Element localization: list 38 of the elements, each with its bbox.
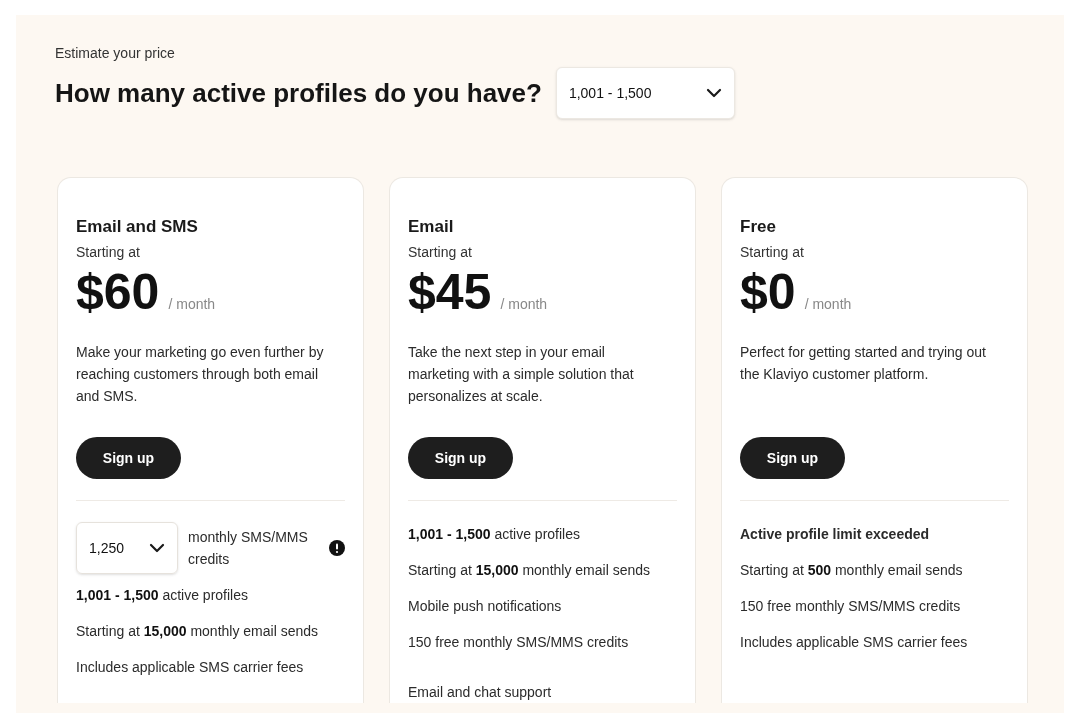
starting-label: Starting at xyxy=(76,243,141,261)
feature-text: Includes applicable SMS carrier fees xyxy=(76,658,305,677)
feature-text: Email and chat support xyxy=(408,683,553,702)
feature-text: 150 free monthly SMS/MMS credits xyxy=(408,633,630,652)
starting-label: Starting at xyxy=(740,243,805,261)
price: $60 xyxy=(76,263,160,321)
alert-icon xyxy=(329,540,345,556)
price: $0 xyxy=(740,263,796,321)
feature-text: 1,001 - 1,500 active profiles xyxy=(76,586,249,605)
sms-credits-select[interactable]: 1,250 xyxy=(76,522,178,574)
eyebrow-text: Estimate your price xyxy=(55,44,176,63)
feature-text: 150 free monthly SMS/MMS credits xyxy=(740,597,962,616)
starting-label: Starting at xyxy=(408,243,473,261)
price-period: / month xyxy=(168,295,216,314)
sms-credits-label: monthly SMS/MMS credits xyxy=(188,528,309,569)
plan-description: Perfect for getting started and trying out the Klaviyo customer platform. xyxy=(740,343,987,384)
sign-up-button[interactable]: Sign up xyxy=(408,437,513,479)
feature-text: Mobile push notifications xyxy=(408,597,563,616)
plan-description: Take the next step in your email marketing with a simple solution that personalizes at scale. xyxy=(408,343,635,406)
price-period: / month xyxy=(804,295,852,314)
profiles-select[interactable]: 1,001 - 1,500 xyxy=(555,67,735,119)
plan-description: Make your marketing go even further by reaching customers through both email and SMS. xyxy=(76,343,325,406)
price: $45 xyxy=(408,263,492,321)
chevron-down-icon xyxy=(149,543,165,553)
feature-text: 1,001 - 1,500 active profiles xyxy=(408,525,581,544)
feature-text: Active profile limit exceeded xyxy=(740,525,931,544)
plan-name: Email and SMS xyxy=(76,216,199,238)
feature-text: Starting at 15,000 monthly email sends xyxy=(408,561,652,580)
chevron-down-icon xyxy=(705,88,722,98)
plan-name: Email xyxy=(408,216,455,238)
feature-text: Starting at 500 monthly email sends xyxy=(740,561,964,580)
question-heading: How many active profiles do you have? xyxy=(55,76,542,110)
sign-up-button[interactable]: Sign up xyxy=(740,437,845,479)
plan-name: Free xyxy=(740,216,777,238)
feature-text: Starting at 15,000 monthly email sends xyxy=(76,622,320,641)
price-period: / month xyxy=(500,295,548,314)
sign-up-button[interactable]: Sign up xyxy=(76,437,181,479)
feature-text: Includes applicable SMS carrier fees xyxy=(740,633,969,652)
